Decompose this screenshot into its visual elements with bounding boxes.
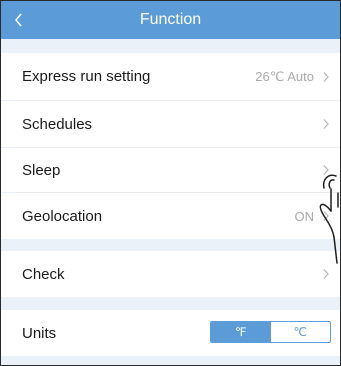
row-geolocation[interactable]: Geolocation ON <box>1 193 340 239</box>
row-label-express-run-setting: Express run setting <box>22 68 151 85</box>
app-screen: Function Express run setting 26℃ Auto Sc… <box>0 0 341 366</box>
row-sleep[interactable]: Sleep <box>1 148 340 192</box>
tap-hand-icon <box>319 174 339 264</box>
row-label-schedules: Schedules <box>22 115 93 133</box>
row-check[interactable]: Check <box>1 251 340 297</box>
geolocation-status: ON <box>294 208 315 224</box>
row-schedules[interactable]: Schedules <box>1 101 340 147</box>
unit-option-celsius[interactable]: ℃ <box>270 322 330 342</box>
row-express-run-setting[interactable]: Express run setting 26℃ Auto <box>1 53 340 100</box>
row-label-sleep: Sleep <box>22 161 61 179</box>
row-label-units: Units <box>22 324 57 342</box>
units-segmented-control[interactable]: ℉ ℃ <box>210 321 331 343</box>
row-label-geolocation: Geolocation <box>22 207 103 225</box>
row-label-check: Check <box>22 265 65 283</box>
header-bar: Function <box>1 1 340 39</box>
chevron-right-icon <box>323 119 329 129</box>
express-run-value: 26℃ Auto <box>255 68 314 84</box>
chevron-right-icon <box>323 269 329 279</box>
unit-option-fahrenheit[interactable]: ℉ <box>211 322 271 342</box>
page-title: Function <box>139 11 202 28</box>
chevron-right-icon <box>323 72 329 82</box>
